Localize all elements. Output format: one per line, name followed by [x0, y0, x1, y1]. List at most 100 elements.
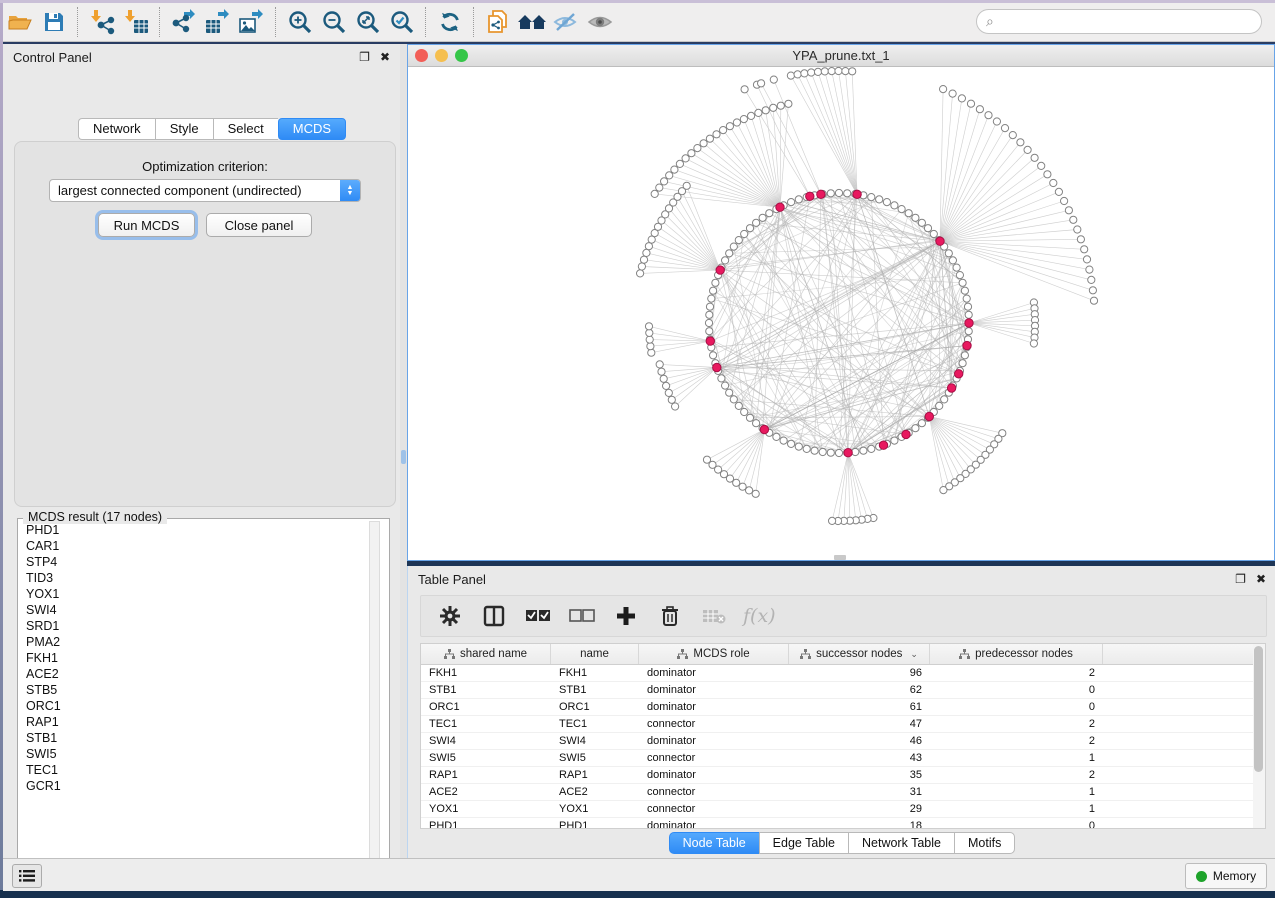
graph-node[interactable] — [706, 328, 713, 335]
memory-button[interactable]: Memory — [1185, 863, 1267, 889]
show-panel-list-button[interactable] — [12, 864, 42, 888]
graph-node[interactable] — [976, 106, 983, 113]
graph-node[interactable] — [741, 230, 748, 237]
graph-node[interactable] — [827, 190, 834, 197]
graph-node[interactable] — [891, 437, 898, 444]
graph-node[interactable] — [741, 408, 748, 415]
graph-node[interactable] — [1065, 207, 1072, 214]
graph-node[interactable] — [794, 71, 801, 78]
graph-node[interactable] — [706, 311, 713, 318]
graph-node[interactable] — [643, 249, 650, 256]
graph-node[interactable] — [912, 425, 919, 432]
close-panel-icon[interactable]: ✖ — [1256, 572, 1266, 586]
graph-hub-node-mcds[interactable] — [806, 192, 814, 200]
graph-node[interactable] — [735, 402, 742, 409]
graph-node[interactable] — [762, 107, 769, 114]
vertical-splitter-handle[interactable] — [401, 450, 406, 464]
graph-node[interactable] — [661, 178, 668, 185]
graph-node[interactable] — [746, 414, 753, 421]
mcds-result-item[interactable]: TID3 — [19, 570, 367, 586]
graph-node[interactable] — [780, 437, 787, 444]
graph-node[interactable] — [755, 109, 762, 116]
tab-style[interactable]: Style — [155, 118, 213, 140]
import-network-button[interactable] — [85, 7, 119, 37]
mcds-result-list[interactable]: PHD1CAR1STP4TID3YOX1SWI4SRD1PMA2FKH1ACE2… — [19, 522, 367, 878]
graph-node[interactable] — [1044, 171, 1051, 178]
graph-hub-node-mcds[interactable] — [963, 341, 971, 349]
table-row[interactable]: PHD1PHD1dominator180 — [421, 818, 1265, 829]
graph-node[interactable] — [827, 449, 834, 456]
table-row[interactable]: TEC1TEC1connector472 — [421, 716, 1265, 733]
graph-hub-node-mcds[interactable] — [955, 370, 963, 378]
graph-node[interactable] — [773, 433, 780, 440]
graph-node[interactable] — [959, 279, 966, 286]
graph-hub-node-mcds[interactable] — [853, 190, 861, 198]
table-row[interactable]: RAP1RAP1dominator352 — [421, 767, 1265, 784]
float-panel-icon[interactable]: ❐ — [359, 50, 370, 64]
mcds-result-item[interactable]: STB5 — [19, 682, 367, 698]
graph-node[interactable] — [941, 396, 948, 403]
graph-hub-node-mcds[interactable] — [776, 203, 784, 211]
graph-node[interactable] — [835, 449, 842, 456]
graph-hub-node-mcds[interactable] — [716, 266, 724, 274]
show-columns-button[interactable] — [479, 601, 509, 631]
hide-selected-button[interactable] — [549, 7, 583, 37]
graph-node[interactable] — [912, 214, 919, 221]
table-options-gear-button[interactable] — [435, 601, 465, 631]
graph-node[interactable] — [637, 270, 644, 277]
mcds-result-item[interactable]: STB1 — [19, 730, 367, 746]
close-panel-icon[interactable]: ✖ — [380, 50, 390, 64]
node-table[interactable]: shared namenameMCDS rolesuccessor nodes⌄… — [420, 643, 1266, 829]
mcds-result-item[interactable]: GCR1 — [19, 778, 367, 794]
graph-node[interactable] — [718, 375, 725, 382]
graph-node[interactable] — [964, 303, 971, 310]
graph-node[interactable] — [1055, 188, 1062, 195]
graph-node[interactable] — [961, 287, 968, 294]
zoom-in-button[interactable] — [283, 7, 317, 37]
graph-node[interactable] — [753, 219, 760, 226]
graph-node[interactable] — [676, 160, 683, 167]
graph-node[interactable] — [930, 230, 937, 237]
graph-node[interactable] — [949, 257, 956, 264]
graph-node[interactable] — [708, 295, 715, 302]
graph-node[interactable] — [1090, 297, 1097, 304]
graph-node[interactable] — [656, 184, 663, 191]
graph-node[interactable] — [766, 210, 773, 217]
mcds-result-item[interactable]: ACE2 — [19, 666, 367, 682]
graph-hub-node-mcds[interactable] — [947, 384, 955, 392]
graph-node[interactable] — [740, 116, 747, 123]
graph-node[interactable] — [645, 323, 652, 330]
column-header-successor-nodes[interactable]: successor nodes⌄ — [789, 644, 930, 664]
graph-node[interactable] — [770, 76, 777, 83]
unselect-all-button[interactable] — [567, 601, 597, 631]
graph-node[interactable] — [876, 196, 883, 203]
graph-node[interactable] — [770, 104, 777, 111]
table-row[interactable]: FKH1FKH1dominator962 — [421, 665, 1265, 682]
mcds-result-item[interactable]: RAP1 — [19, 714, 367, 730]
mcds-result-item[interactable]: SWI5 — [19, 746, 367, 762]
add-column-button[interactable] — [611, 601, 641, 631]
graph-node[interactable] — [849, 68, 856, 75]
graph-node[interactable] — [819, 448, 826, 455]
open-file-button[interactable] — [3, 7, 37, 37]
graph-node[interactable] — [726, 250, 733, 257]
mcds-result-item[interactable]: YOX1 — [19, 586, 367, 602]
graph-node[interactable] — [963, 295, 970, 302]
graph-node[interactable] — [967, 100, 974, 107]
sort-chevron-icon[interactable]: ⌄ — [910, 649, 918, 660]
graph-node[interactable] — [651, 190, 658, 197]
graph-node[interactable] — [1089, 287, 1096, 294]
export-image-button[interactable] — [235, 7, 269, 37]
graph-node[interactable] — [965, 311, 972, 318]
graph-node[interactable] — [808, 69, 815, 76]
graph-node[interactable] — [940, 86, 947, 93]
zoom-out-button[interactable] — [317, 7, 351, 37]
graph-hub-node-mcds[interactable] — [879, 441, 887, 449]
graph-node[interactable] — [682, 155, 689, 162]
graph-node[interactable] — [835, 67, 842, 74]
graph-node[interactable] — [788, 199, 795, 206]
refresh-view-button[interactable] — [433, 7, 467, 37]
graph-node[interactable] — [706, 135, 713, 142]
graph-node[interactable] — [918, 420, 925, 427]
graph-node[interactable] — [710, 287, 717, 294]
